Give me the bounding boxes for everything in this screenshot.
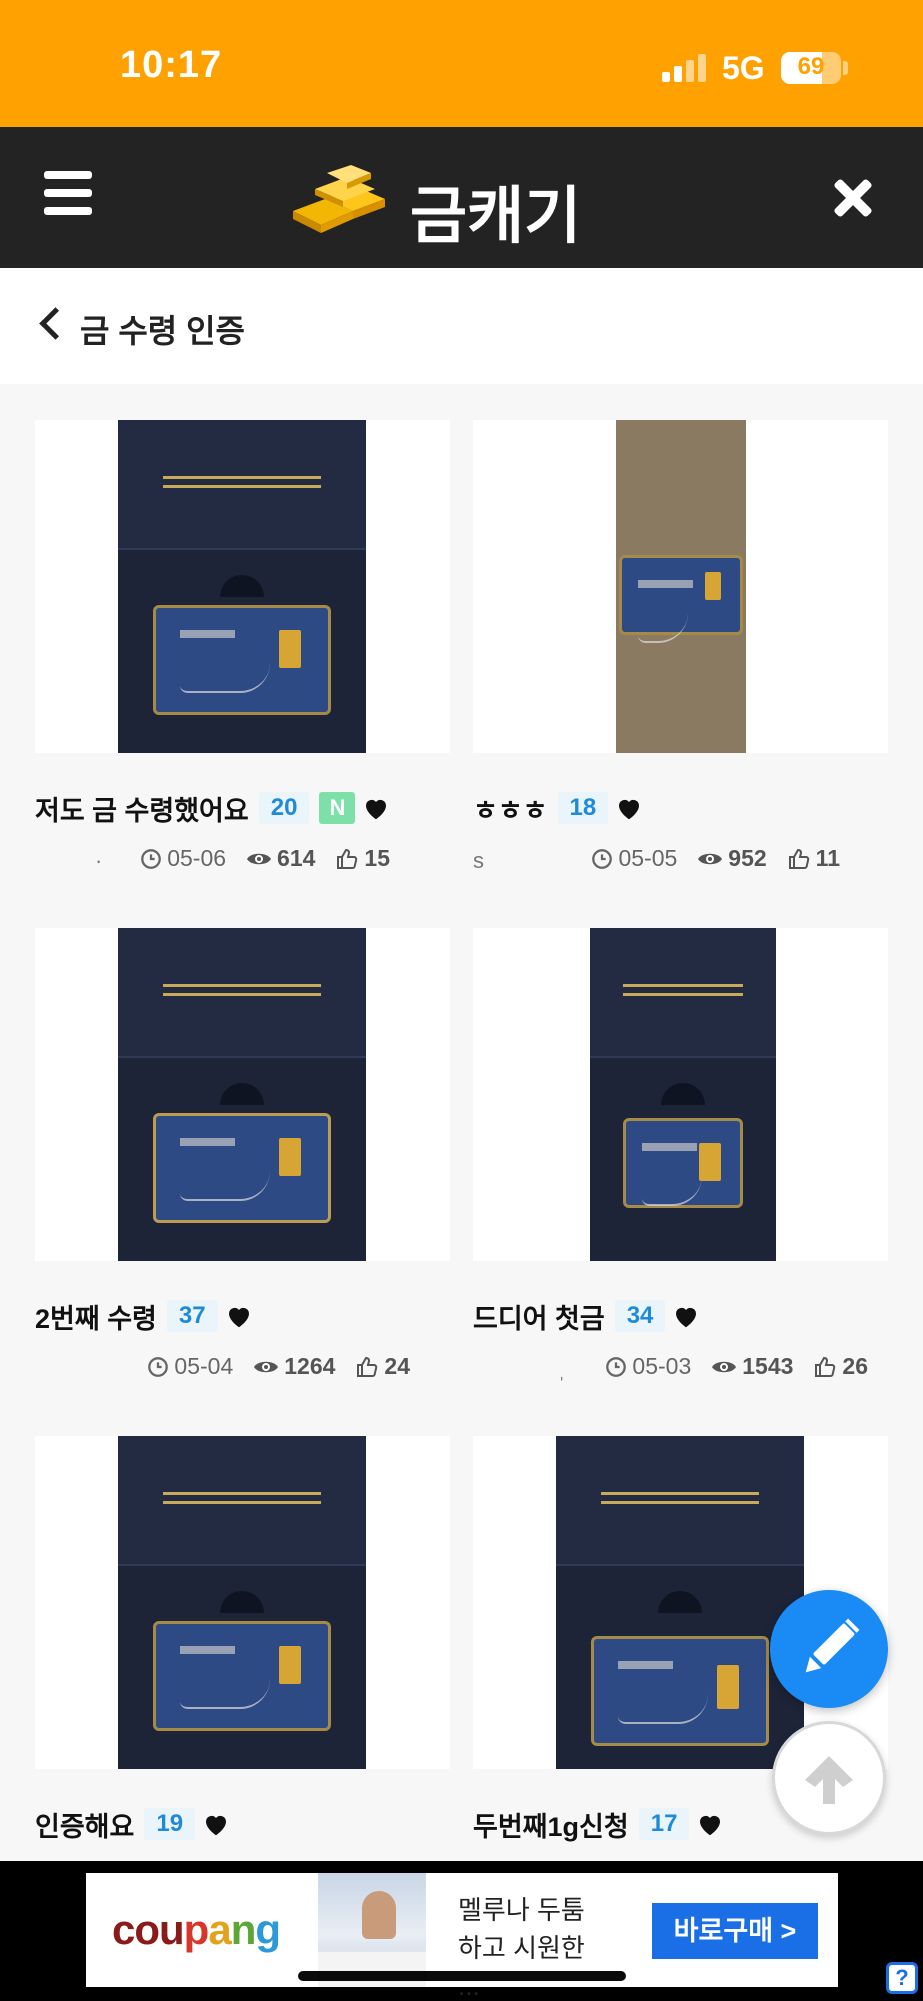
like-count: 24 <box>384 1353 410 1379</box>
ad-product-image[interactable] <box>318 1873 426 1987</box>
eye-icon <box>254 1361 279 1372</box>
page-title: 금 수령 인증 <box>80 313 245 349</box>
view-count: 952 <box>728 845 767 871</box>
status-time: 10:17 <box>120 44 223 86</box>
eye-icon <box>712 1361 737 1372</box>
post-title[interactable]: 2번째 수령 <box>35 1297 157 1336</box>
like-count: 26 <box>842 1353 868 1379</box>
heart-icon <box>366 799 387 820</box>
status-bar: 10:17 5G 69 <box>0 0 923 127</box>
heart-icon <box>676 1307 697 1328</box>
like-count: 15 <box>364 845 390 871</box>
battery-icon: 69 <box>781 52 841 84</box>
eye-icon <box>698 853 723 864</box>
post-title[interactable]: 드디어 첫금 <box>473 1297 605 1336</box>
post-card[interactable]: 저도 금 수령했어요 20 N · 05-06 614 15 <box>35 420 450 873</box>
app-title: 금캐기 <box>410 182 582 251</box>
home-indicator <box>298 1971 626 1981</box>
close-icon[interactable] <box>830 175 876 221</box>
post-thumbnail[interactable] <box>35 1436 450 1769</box>
clock-icon <box>141 848 162 869</box>
thumbs-up-icon <box>337 848 358 869</box>
comment-count-badge: 18 <box>557 792 609 824</box>
like-count: 11 <box>815 845 840 871</box>
gold-bars-icon <box>293 165 385 233</box>
comment-count-badge: 20 <box>258 792 310 824</box>
post-meta: 05-05 952 11 <box>591 845 840 872</box>
view-count: 1543 <box>742 1353 794 1379</box>
post-thumbnail[interactable] <box>35 420 450 753</box>
heart-icon <box>206 1815 227 1836</box>
heart-icon <box>700 1815 721 1836</box>
post-date: 05-04 <box>174 1353 234 1379</box>
post-meta: 05-04 1264 24 <box>147 1353 410 1380</box>
ad-brand-logo: coupang <box>112 1906 281 1953</box>
view-count: 614 <box>277 845 316 871</box>
comment-count-badge: 34 <box>614 1300 666 1332</box>
heart-icon <box>228 1307 249 1328</box>
question-icon[interactable]: ? <box>886 1962 918 1994</box>
post-date: 05-05 <box>618 845 678 871</box>
post-meta: 05-03 1543 26 <box>605 1353 868 1380</box>
arrow-up-icon <box>805 1756 853 1804</box>
post-meta: 05-06 614 15 <box>140 845 390 872</box>
post-card[interactable]: 인증해요 19 <box>35 1436 450 1842</box>
battery-level: 69 <box>797 53 825 80</box>
network-type: 5G <box>722 50 765 86</box>
pencil-icon <box>805 1618 860 1673</box>
chevron-left-icon[interactable] <box>34 304 64 344</box>
view-count: 1264 <box>284 1353 336 1379</box>
post-thumbnail[interactable] <box>473 928 888 1261</box>
ad-buy-button[interactable]: 바로구매 > <box>652 1903 818 1959</box>
post-title[interactable]: 두번째1g신청 <box>473 1805 629 1844</box>
ad-description[interactable]: 멜루나 두툼하고 시원한 ... <box>458 1891 608 2001</box>
board-header: 금 수령 인증 <box>0 268 923 384</box>
post-thumbnail[interactable] <box>473 420 888 753</box>
write-post-button[interactable] <box>770 1590 888 1708</box>
post-title[interactable]: 저도 금 수령했어요 <box>35 789 249 828</box>
post-card[interactable]: 드디어 첫금 34 ˌ 05-03 1543 26 <box>473 928 888 1381</box>
comment-count-badge: 17 <box>638 1808 690 1840</box>
ad-banner[interactable]: coupang 멜루나 두툼하고 시원한 ... 바로구매 > <box>86 1873 838 2001</box>
post-title[interactable]: 인증해요 <box>35 1805 134 1844</box>
heart-icon <box>619 799 640 820</box>
hamburger-menu-icon[interactable] <box>44 171 96 217</box>
new-badge: N <box>319 792 356 824</box>
clock-icon <box>606 1356 627 1377</box>
post-thumbnail[interactable] <box>35 928 450 1261</box>
clock-icon <box>592 848 613 869</box>
thumbs-up-icon <box>357 1356 378 1377</box>
post-author: ˌ <box>558 1356 566 1381</box>
post-author: · <box>95 848 103 873</box>
post-date: 05-03 <box>632 1353 692 1379</box>
comment-count-badge: 37 <box>166 1300 218 1332</box>
post-card[interactable]: 2번째 수령 37 05-04 1264 24 <box>35 928 450 1379</box>
post-card[interactable]: ㅎㅎㅎ 18 s 05-05 952 11 <box>473 420 888 873</box>
scroll-top-button[interactable] <box>772 1721 886 1835</box>
eye-icon <box>247 853 272 864</box>
thumbs-up-icon <box>788 848 809 869</box>
post-author: s <box>473 848 484 873</box>
signal-icon <box>662 52 710 82</box>
post-date: 05-06 <box>167 845 227 871</box>
thumbs-up-icon <box>815 1356 836 1377</box>
post-title[interactable]: ㅎㅎㅎ <box>473 789 548 828</box>
clock-icon <box>148 1356 169 1377</box>
app-header: 금캐기 <box>0 127 923 268</box>
comment-count-badge: 19 <box>144 1808 196 1840</box>
